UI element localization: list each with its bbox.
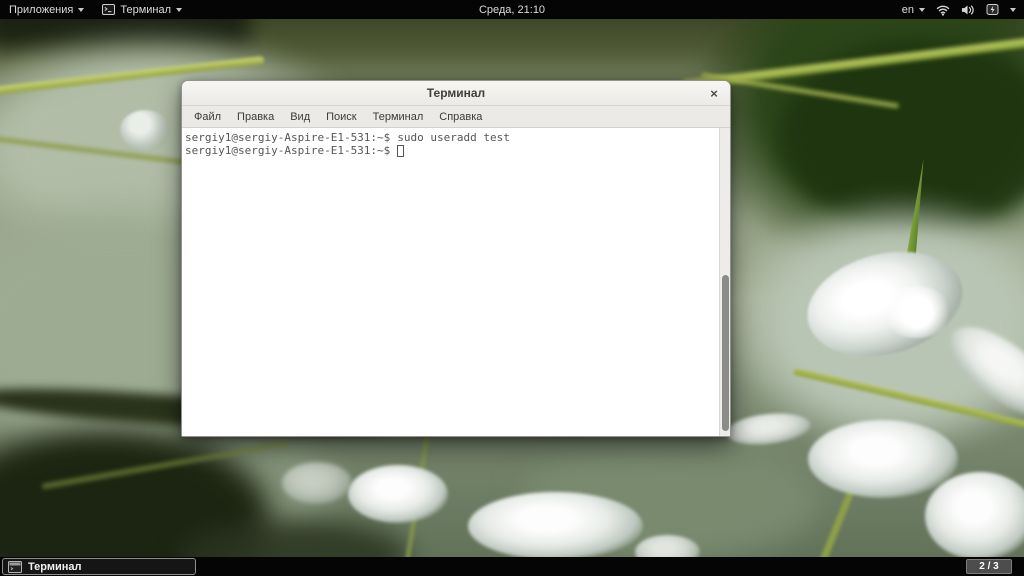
chevron-down-icon [78, 8, 84, 12]
workspace-indicator-label: 2 / 3 [979, 561, 998, 572]
bottom-panel: Терминал 2 / 3 [0, 557, 1024, 576]
applications-menu[interactable]: Приложения [9, 0, 84, 19]
terminal-cursor [397, 145, 404, 157]
close-button[interactable]: × [698, 81, 730, 105]
menu-view[interactable]: Вид [282, 108, 318, 126]
volume-icon[interactable] [961, 4, 975, 16]
wifi-icon[interactable] [936, 4, 950, 16]
terminal-screen[interactable]: sergiy1@sergiy-Aspire-E1-531:~$ sudo user… [182, 128, 730, 436]
terminal-line: sergiy1@sergiy-Aspire-E1-531:~$ [185, 144, 716, 157]
wallpaper-water-drop [882, 286, 952, 338]
chevron-down-icon [919, 8, 925, 12]
shell-prompt: sergiy1@sergiy-Aspire-E1-531:~$ [185, 144, 390, 157]
menu-edit[interactable]: Правка [229, 108, 282, 126]
keyboard-layout-label: en [902, 4, 914, 16]
taskbar-item-terminal[interactable]: Терминал [2, 558, 196, 575]
taskbar-item-label: Терминал [28, 561, 82, 573]
scrollbar-thumb[interactable] [722, 275, 729, 431]
keyboard-layout-indicator[interactable]: en [902, 0, 925, 19]
clock-label[interactable]: Среда, 21:10 [479, 4, 545, 16]
chevron-down-icon[interactable] [1010, 8, 1016, 12]
terminal-icon [102, 4, 115, 15]
wallpaper-water-drop [925, 472, 1024, 560]
terminal-line: sergiy1@sergiy-Aspire-E1-531:~$ sudo user… [185, 131, 716, 144]
battery-charging-icon[interactable] [986, 3, 999, 16]
window-title: Терминал [427, 86, 485, 100]
shell-prompt: sergiy1@sergiy-Aspire-E1-531:~$ [185, 131, 390, 144]
window-titlebar[interactable]: Терминал × [182, 81, 730, 106]
shell-command: sudo useradd test [397, 131, 510, 144]
menu-terminal[interactable]: Терминал [365, 108, 432, 126]
scrollbar[interactable] [719, 128, 730, 436]
wallpaper-water-drop [725, 410, 813, 449]
wallpaper-water-drop [808, 420, 958, 498]
menu-search[interactable]: Поиск [318, 108, 364, 126]
wallpaper-water-drop [120, 110, 170, 150]
chevron-down-icon [176, 8, 182, 12]
menu-file[interactable]: Файл [186, 108, 229, 126]
close-icon: × [710, 86, 718, 101]
workspace-switcher[interactable]: 2 / 3 [966, 559, 1012, 574]
applications-menu-label: Приложения [9, 4, 73, 16]
terminal-window: Терминал × Файл Правка Вид Поиск Термина… [181, 80, 731, 437]
wallpaper-water-drop [348, 465, 448, 523]
active-window-menu-label: Терминал [120, 4, 171, 16]
wallpaper-water-drop [282, 462, 352, 504]
top-panel: Приложения Терминал Среда, 21:10 [0, 0, 1024, 19]
active-window-menu[interactable]: Терминал [102, 0, 182, 19]
window-menubar: Файл Правка Вид Поиск Терминал Справка [182, 106, 730, 128]
wallpaper-water-drop [468, 492, 643, 560]
desktop: Приложения Терминал Среда, 21:10 [0, 0, 1024, 576]
menu-help[interactable]: Справка [431, 108, 490, 126]
terminal-window-icon [8, 561, 22, 573]
